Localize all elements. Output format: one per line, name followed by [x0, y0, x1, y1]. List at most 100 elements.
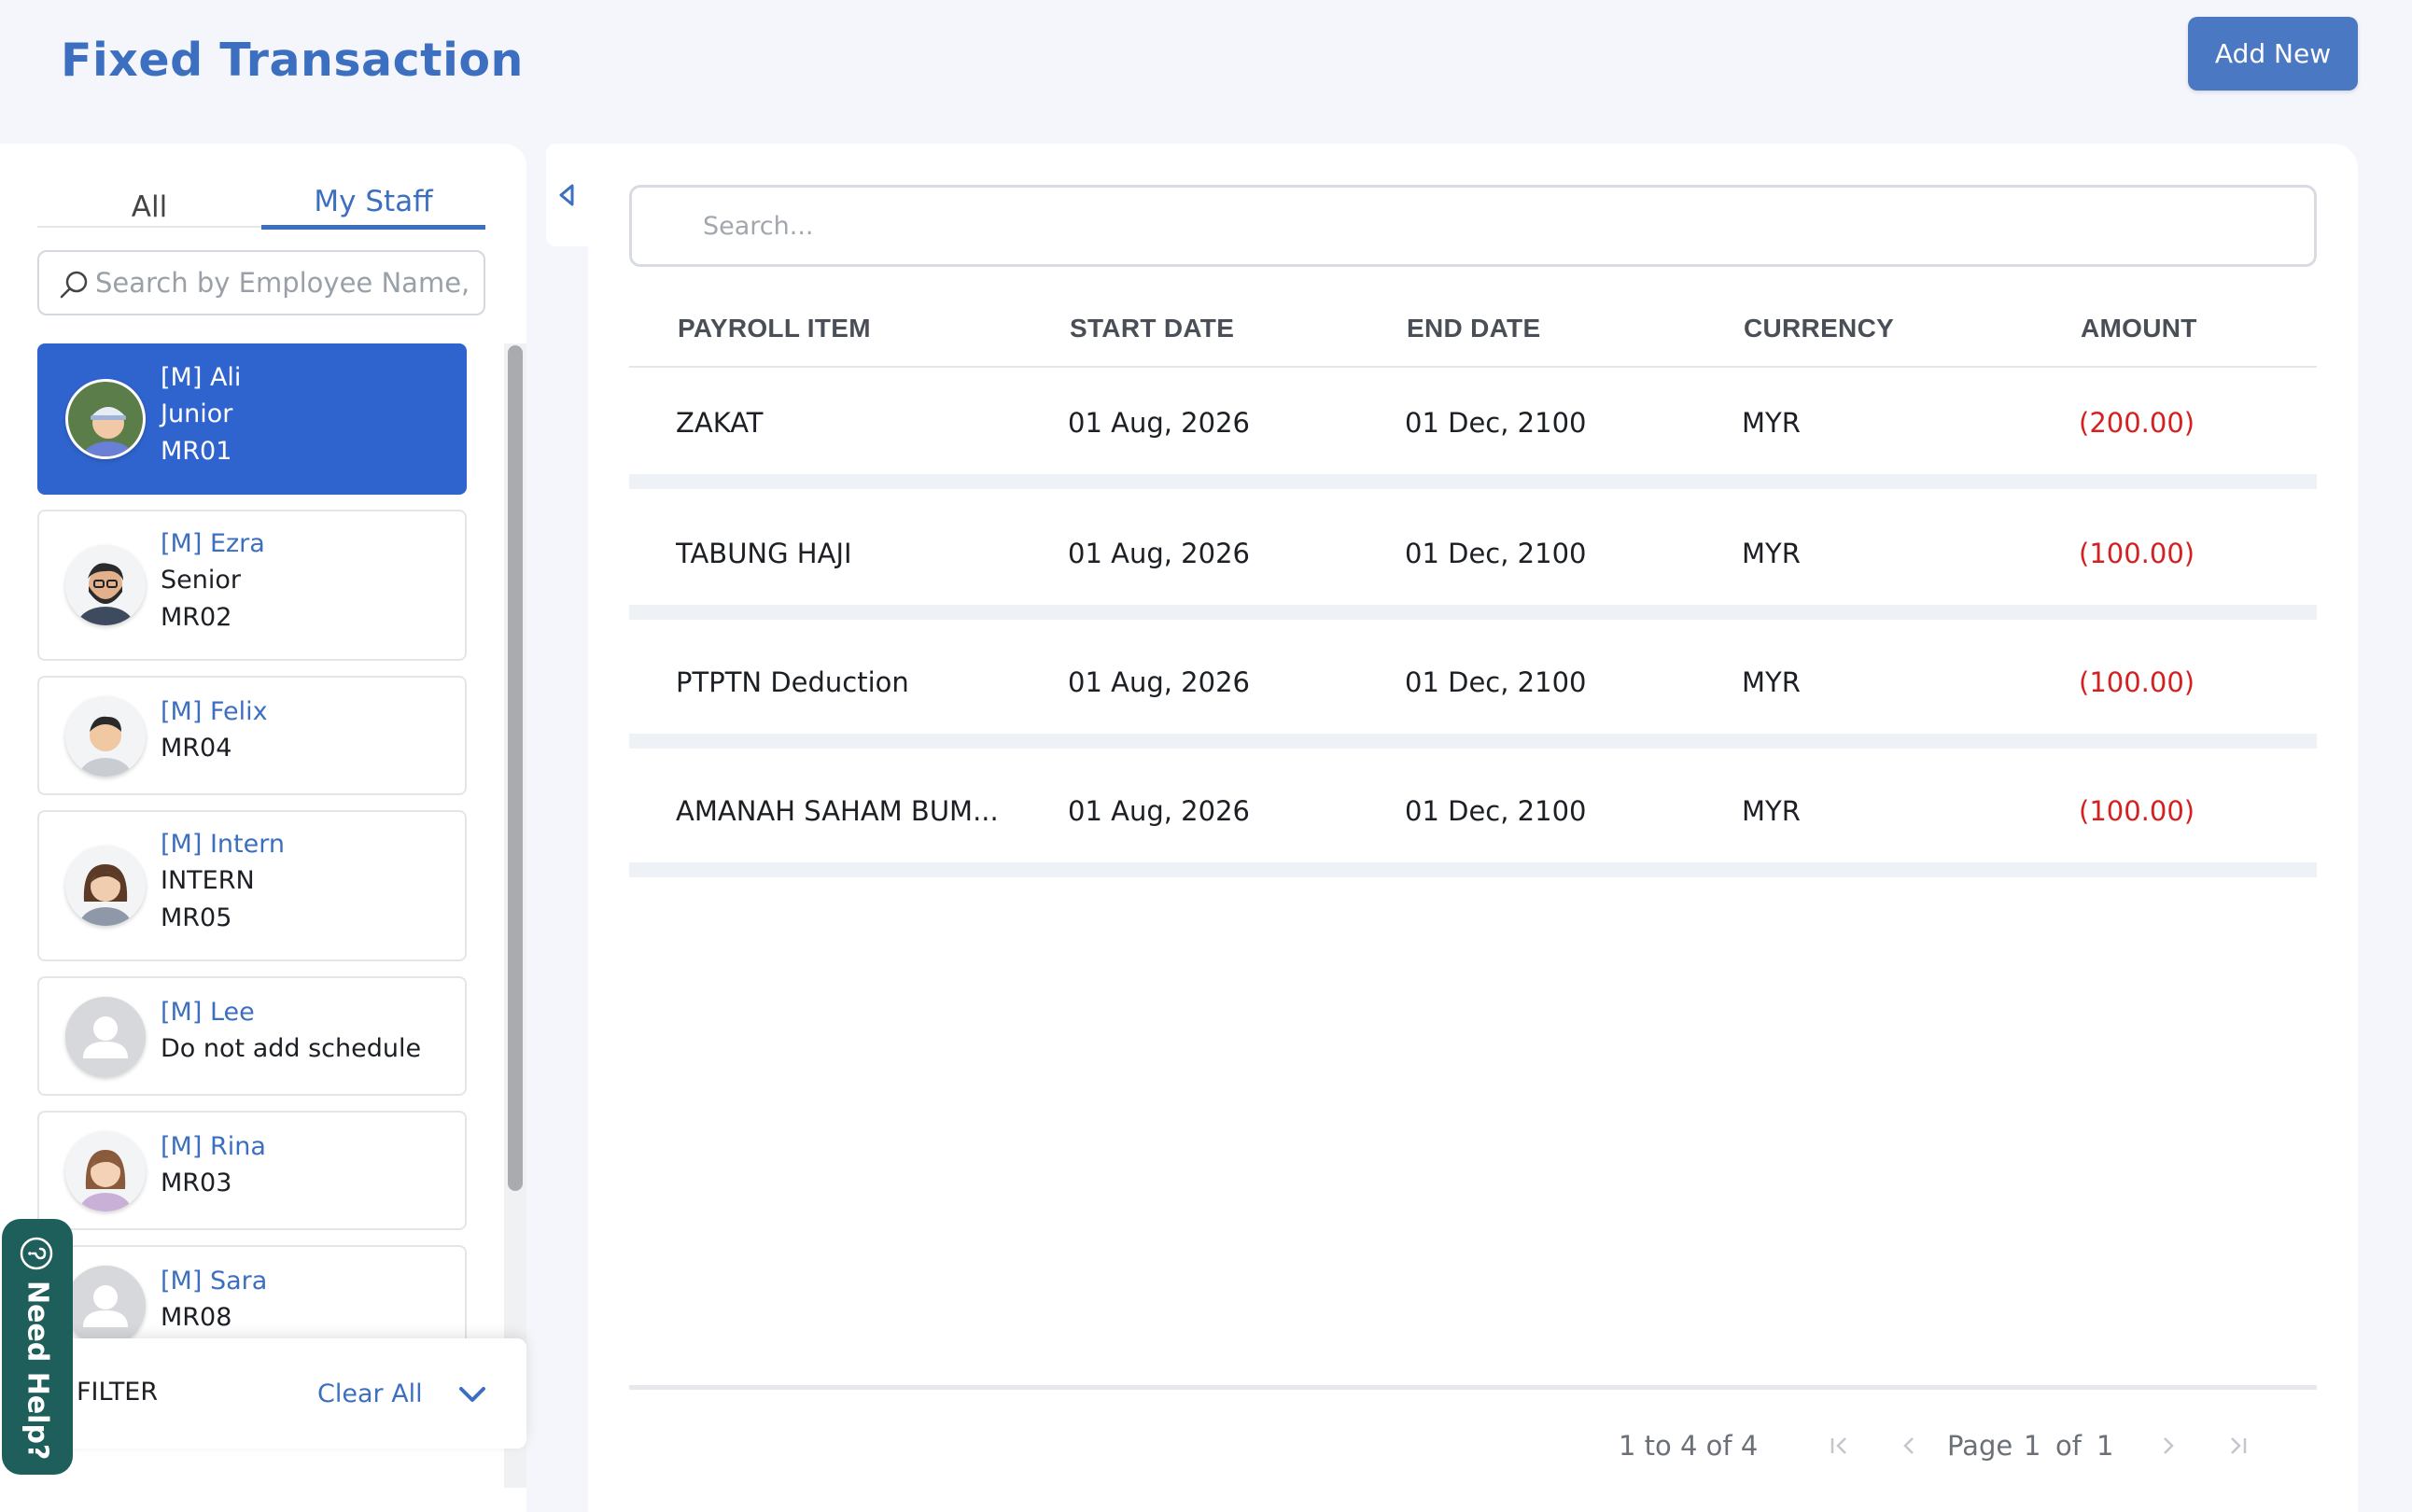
chevron-down-icon[interactable]: [456, 1378, 489, 1411]
cell-end-date: 01 Dec, 2100: [1405, 795, 1587, 827]
employee-code: MR02: [161, 603, 232, 632]
page-label: Page: [1947, 1430, 2013, 1462]
collapse-panel-button[interactable]: [546, 144, 588, 246]
cell-amount: (100.00): [2079, 795, 2195, 827]
cell-start-date: 01 Aug, 2026: [1068, 666, 1250, 698]
cell-start-date: 01 Aug, 2026: [1068, 538, 1250, 569]
avatar-girl-icon: [65, 1131, 146, 1211]
avatar-placeholder-icon: [65, 1266, 146, 1346]
first-page-icon[interactable]: [1826, 1432, 1854, 1460]
cell-currency: MYR: [1742, 407, 1801, 439]
employee-position: Senior: [161, 566, 241, 595]
employee-card[interactable]: [M] Ali Junior MR01: [37, 343, 467, 495]
employee-card[interactable]: [M] Ezra Senior MR02: [37, 510, 467, 661]
employee-name: [M] Sara: [161, 1267, 268, 1295]
page-title: Fixed Transaction: [61, 34, 524, 87]
employee-list: [M] Ali Junior MR01 [M] Ezra Senior MR02…: [37, 343, 467, 1488]
add-new-button[interactable]: Add New: [2188, 17, 2358, 91]
cell-payroll-item: TABUNG HAJI: [676, 538, 852, 569]
total-pages: 1: [2096, 1430, 2114, 1462]
clear-all-link[interactable]: Clear All: [317, 1379, 423, 1408]
filter-label: FILTER: [77, 1378, 159, 1407]
help-icon: [20, 1237, 53, 1270]
filter-bar: FILTER Clear All: [56, 1338, 526, 1449]
employee-position: INTERN: [161, 866, 255, 895]
column-header-end-date[interactable]: END DATE: [1407, 314, 1540, 343]
cell-payroll-item: PTPTN Deduction: [676, 666, 909, 698]
employee-card[interactable]: [M] Lee Do not add schedule: [37, 976, 467, 1096]
cell-currency: MYR: [1742, 538, 1801, 569]
table-footer-divider: [629, 1385, 2317, 1390]
row-divider: [629, 605, 2317, 620]
employee-info: [M] Ezra Senior MR02: [161, 526, 265, 637]
employee-info: [M] Sara MR08: [161, 1264, 267, 1337]
tab-my-staff[interactable]: My Staff: [261, 172, 485, 230]
cell-start-date: 01 Aug, 2026: [1068, 795, 1250, 827]
column-header-payroll-item[interactable]: PAYROLL ITEM: [678, 314, 871, 343]
current-page: 1: [2024, 1430, 2041, 1462]
column-header-start-date[interactable]: START DATE: [1070, 314, 1234, 343]
table-search-field[interactable]: [629, 185, 2317, 267]
employee-search-input[interactable]: [95, 267, 484, 299]
employee-name: [M] Lee: [161, 998, 255, 1027]
employee-name: [M] Rina: [161, 1132, 266, 1161]
employee-info: [M] Felix MR04: [161, 694, 268, 767]
cell-end-date: 01 Dec, 2100: [1405, 407, 1587, 439]
avatar-boy-cap-icon: [65, 379, 146, 459]
last-page-icon[interactable]: [2223, 1432, 2251, 1460]
employee-panel: All My Staff [M] Ali Junior: [0, 144, 526, 1512]
cell-amount: (100.00): [2079, 666, 2195, 698]
avatar-placeholder-icon: [65, 997, 146, 1077]
tab-all[interactable]: All: [37, 172, 261, 228]
scrollbar-thumb[interactable]: [508, 345, 523, 1191]
need-help-button[interactable]: Need Help?: [2, 1219, 73, 1475]
cell-amount: (200.00): [2079, 407, 2195, 439]
next-page-icon[interactable]: [2154, 1432, 2182, 1460]
column-header-amount[interactable]: AMOUNT: [2081, 314, 2197, 343]
cell-amount: (100.00): [2079, 538, 2195, 569]
caret-left-icon: [559, 184, 574, 206]
pagination-range: 1 to 4 of 4: [1619, 1430, 1759, 1462]
table-row[interactable]: TABUNG HAJI 01 Aug, 2026 01 Dec, 2100 MY…: [629, 506, 2317, 620]
employee-name: [M] Intern: [161, 830, 285, 859]
table-search-input[interactable]: [703, 211, 2314, 241]
employee-info: [M] Intern INTERN MR05: [161, 827, 285, 937]
previous-page-icon[interactable]: [1895, 1432, 1923, 1460]
employee-card[interactable]: [M] Felix MR04: [37, 676, 467, 795]
employee-search-field[interactable]: [37, 250, 485, 315]
column-header-currency[interactable]: CURRENCY: [1744, 314, 1894, 343]
cell-end-date: 01 Dec, 2100: [1405, 666, 1587, 698]
avatar-woman-icon: [65, 846, 146, 926]
of-label: of: [2055, 1430, 2082, 1462]
search-icon: [60, 271, 88, 299]
employee-code: MR05: [161, 903, 232, 932]
transactions-panel: PAYROLL ITEM START DATE END DATE CURRENC…: [588, 144, 2358, 1512]
cell-currency: MYR: [1742, 666, 1801, 698]
employee-info: [M] Lee Do not add schedule: [161, 995, 421, 1068]
employee-name: [M] Ali: [161, 363, 242, 392]
cell-end-date: 01 Dec, 2100: [1405, 538, 1587, 569]
employee-info: [M] Rina MR03: [161, 1129, 266, 1202]
table-row[interactable]: PTPTN Deduction 01 Aug, 2026 01 Dec, 210…: [629, 635, 2317, 749]
employee-card[interactable]: [M] Rina MR03: [37, 1111, 467, 1230]
row-divider: [629, 474, 2317, 489]
employee-code: MR03: [161, 1169, 232, 1197]
employee-code: MR04: [161, 734, 232, 763]
employee-name: [M] Ezra: [161, 529, 265, 558]
employee-tabs: All My Staff: [37, 172, 485, 230]
employee-position: Junior: [161, 399, 233, 428]
employee-code: MR08: [161, 1303, 232, 1332]
cell-start-date: 01 Aug, 2026: [1068, 407, 1250, 439]
row-divider: [629, 862, 2317, 877]
employee-card[interactable]: [M] Intern INTERN MR05: [37, 810, 467, 961]
table-header: PAYROLL ITEM START DATE END DATE CURRENC…: [629, 284, 2317, 368]
table-row[interactable]: ZAKAT 01 Aug, 2026 01 Dec, 2100 MYR (200…: [629, 375, 2317, 489]
row-divider: [629, 734, 2317, 749]
avatar-man-icon: [65, 696, 146, 777]
table-row[interactable]: AMANAH SAHAM BUM... 01 Aug, 2026 01 Dec,…: [629, 763, 2317, 877]
employee-note: Do not add schedule: [161, 1034, 422, 1063]
cell-payroll-item: AMANAH SAHAM BUM...: [676, 795, 999, 827]
need-help-label: Need Help?: [21, 1281, 54, 1461]
employee-name: [M] Felix: [161, 697, 268, 726]
employee-info: [M] Ali Junior MR01: [161, 360, 241, 470]
